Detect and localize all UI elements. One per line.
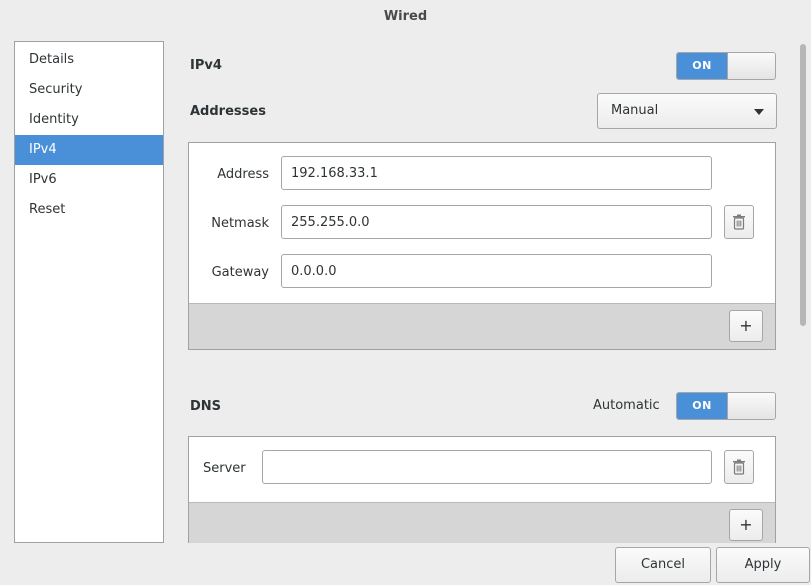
window-title: Wired bbox=[383, 9, 428, 24]
settings-content: IPv4 ON Addresses Manual Address Netmask… bbox=[188, 41, 788, 543]
dns-panel-footer: + bbox=[189, 502, 775, 543]
ipv4-switch-knob bbox=[727, 53, 775, 79]
addresses-panel: Address Netmask Gateway + bbox=[188, 142, 776, 350]
address-label: Address bbox=[217, 167, 269, 182]
content-scrollbar[interactable] bbox=[798, 40, 808, 544]
ipv4-switch-on-label: ON bbox=[677, 53, 727, 79]
dns-automatic-switch[interactable]: ON bbox=[676, 392, 776, 420]
dns-switch-knob bbox=[727, 393, 775, 419]
dns-switch-on-label: ON bbox=[677, 393, 727, 419]
add-dns-server-button[interactable]: + bbox=[729, 509, 763, 541]
dns-server-input[interactable] bbox=[262, 450, 712, 484]
netmask-label: Netmask bbox=[211, 216, 269, 231]
delete-dns-server-button[interactable] bbox=[724, 450, 754, 484]
cancel-button[interactable]: Cancel bbox=[615, 547, 711, 583]
dns-title: DNS bbox=[190, 399, 222, 414]
addresses-method-value: Manual bbox=[611, 103, 659, 118]
addresses-method-dropdown[interactable]: Manual bbox=[597, 93, 777, 129]
address-input[interactable] bbox=[281, 156, 712, 190]
trash-icon bbox=[733, 459, 745, 475]
delete-address-button[interactable] bbox=[724, 205, 754, 239]
scrollbar-thumb[interactable] bbox=[800, 44, 806, 326]
add-address-button[interactable]: + bbox=[729, 310, 763, 342]
sidebar-item-ipv4[interactable]: IPv4 bbox=[15, 135, 163, 165]
sidebar: Details Security Identity IPv4 IPv6 Rese… bbox=[14, 41, 164, 543]
sidebar-item-identity[interactable]: Identity bbox=[15, 105, 163, 135]
trash-icon bbox=[733, 214, 745, 230]
sidebar-item-details[interactable]: Details bbox=[15, 45, 163, 75]
sidebar-item-ipv6[interactable]: IPv6 bbox=[15, 165, 163, 195]
dns-panel: Server + bbox=[188, 436, 776, 543]
gateway-label: Gateway bbox=[211, 265, 269, 280]
addresses-title: Addresses bbox=[190, 104, 266, 119]
dns-automatic-label: Automatic bbox=[593, 398, 660, 413]
server-label: Server bbox=[203, 461, 246, 476]
gateway-input[interactable] bbox=[281, 254, 712, 288]
addresses-panel-footer: + bbox=[189, 303, 775, 349]
netmask-input[interactable] bbox=[281, 205, 712, 239]
chevron-down-icon bbox=[754, 109, 764, 115]
sidebar-item-reset[interactable]: Reset bbox=[15, 195, 163, 225]
apply-button[interactable]: Apply bbox=[716, 547, 810, 583]
sidebar-item-security[interactable]: Security bbox=[15, 75, 163, 105]
ipv4-title: IPv4 bbox=[190, 58, 222, 73]
ipv4-switch[interactable]: ON bbox=[676, 52, 776, 80]
